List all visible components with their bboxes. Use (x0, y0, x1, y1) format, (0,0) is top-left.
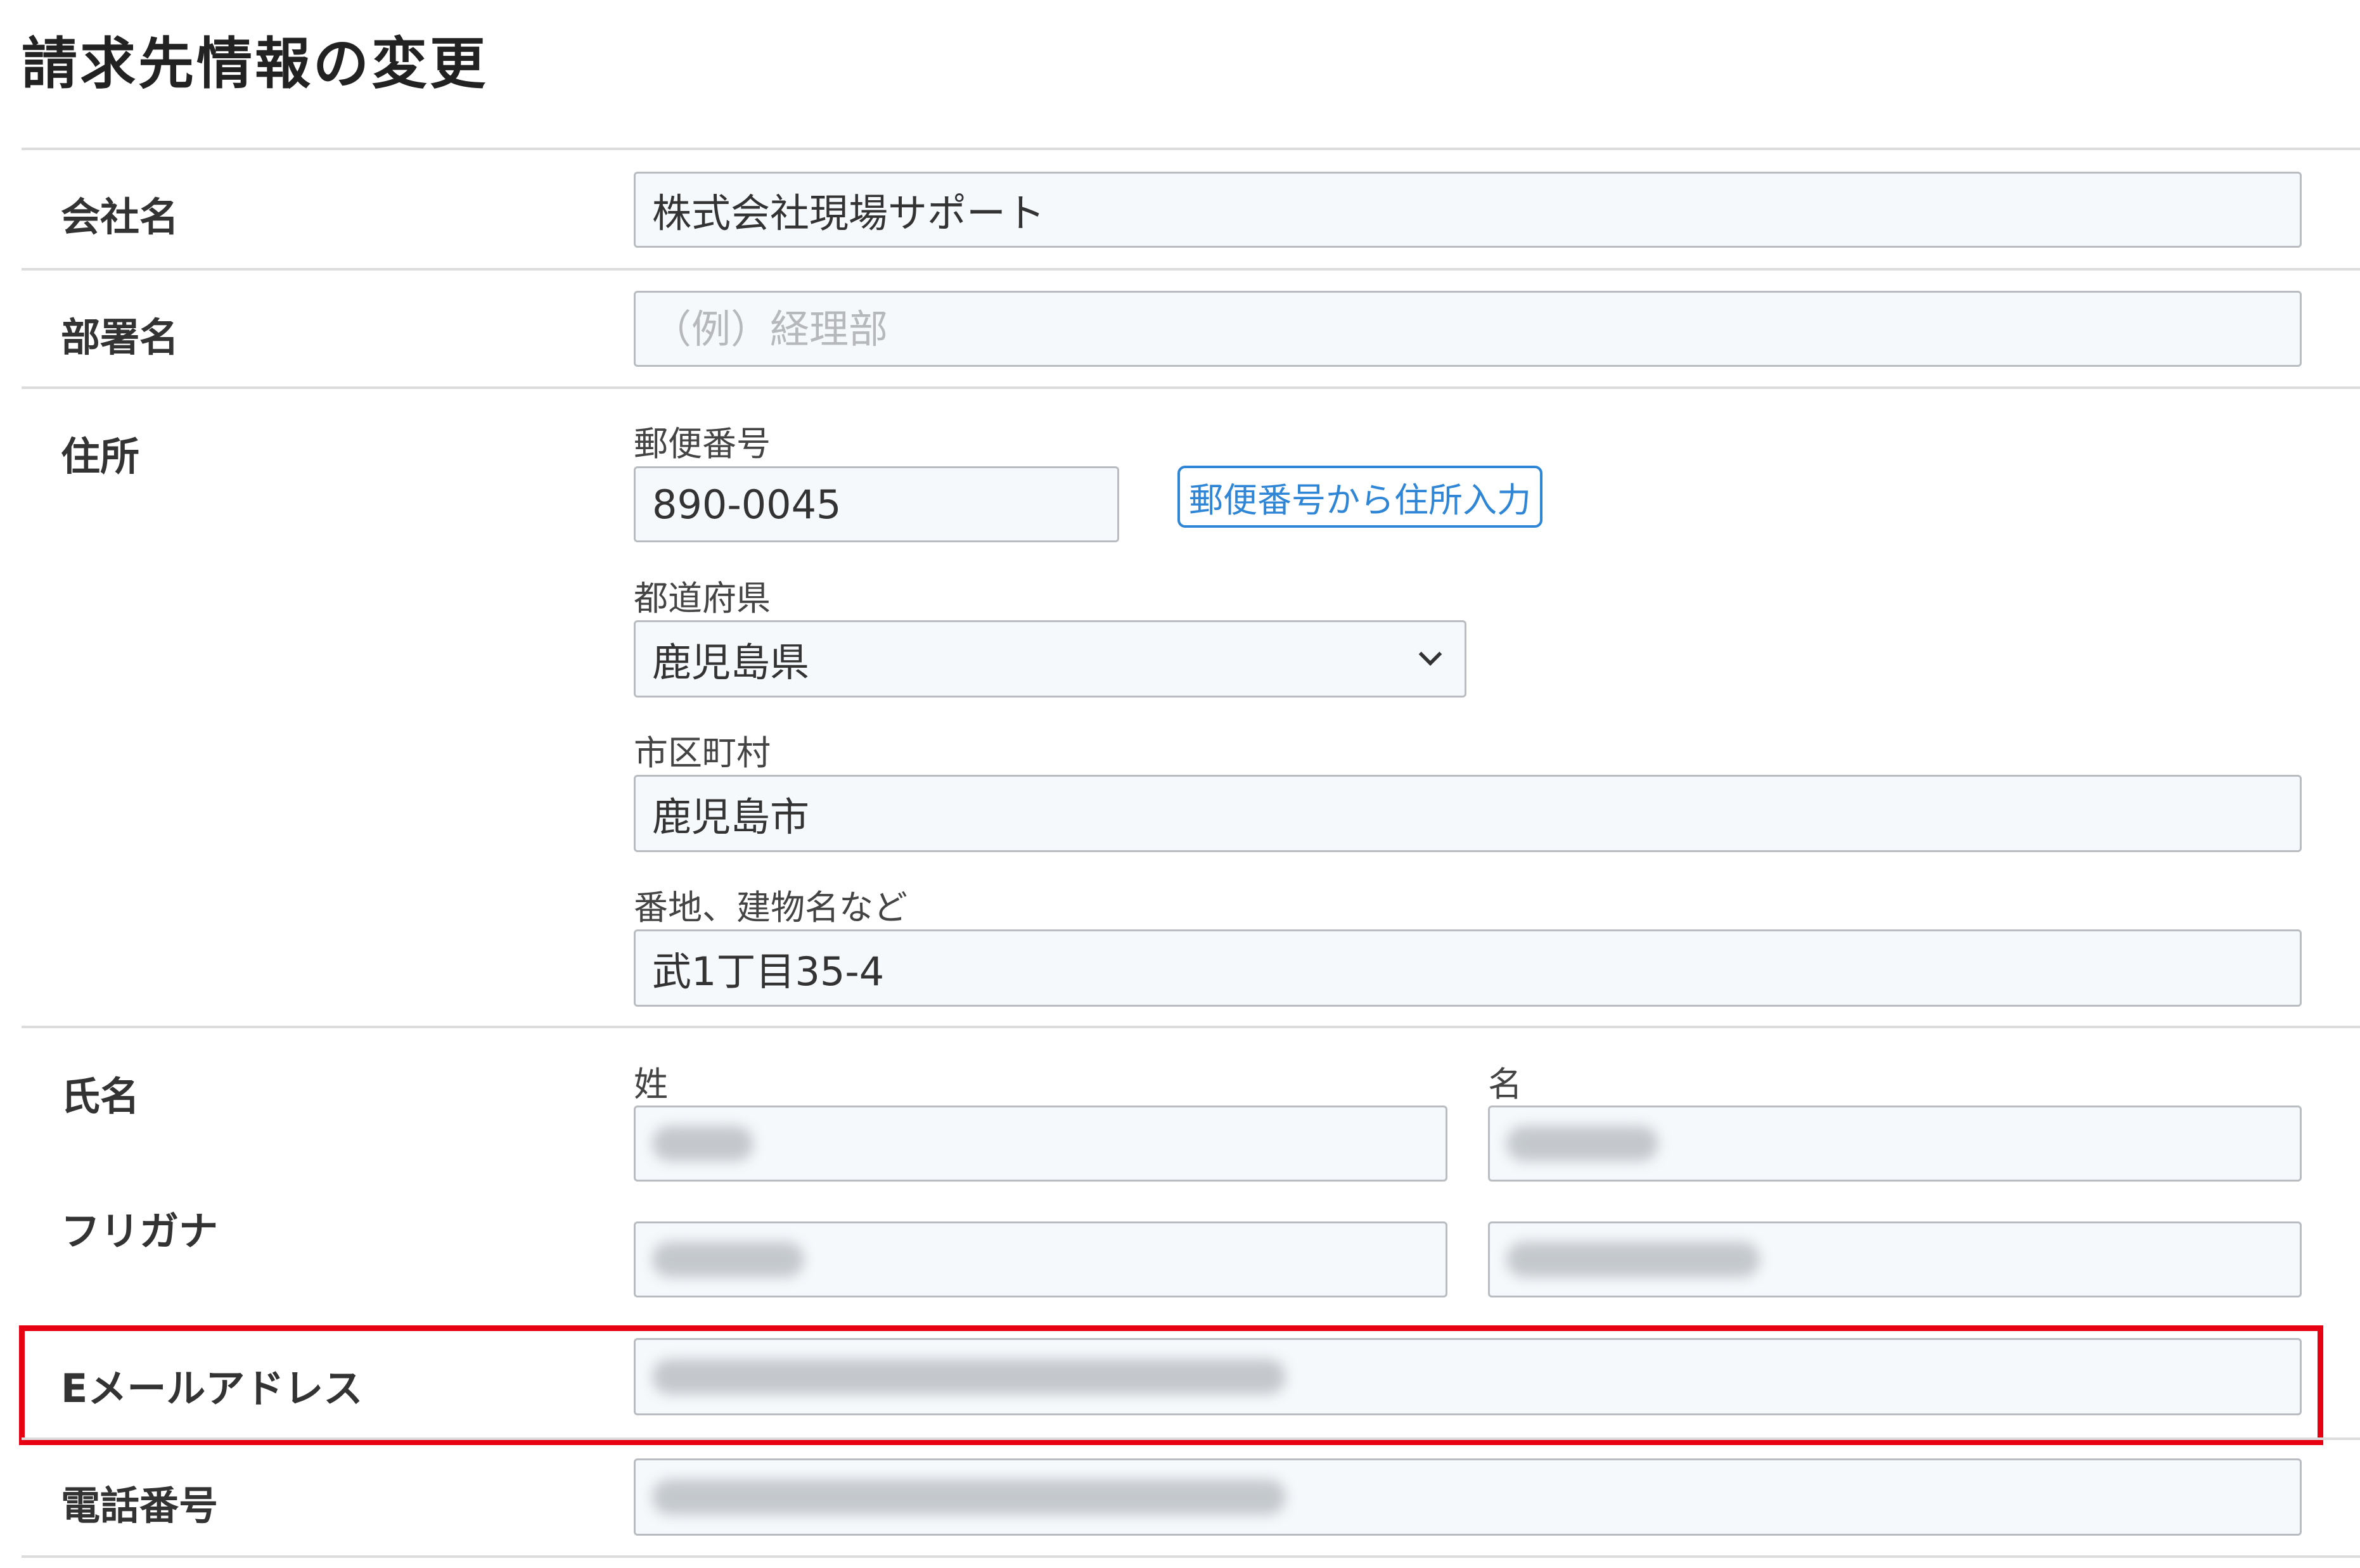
divider (22, 1026, 2360, 1028)
page-title: 請求先情報の変更 (22, 31, 489, 96)
prefecture-select[interactable]: 鹿児島県 (634, 620, 1466, 698)
furigana-label: フリガナ (61, 1208, 219, 1254)
prefecture-select-value: 鹿児島県 (652, 639, 810, 685)
first-name-label: 名 (1488, 1064, 1522, 1104)
redacted-value (652, 1359, 1286, 1394)
email-label: Eメールアドレス (61, 1365, 363, 1412)
city-input-text[interactable] (652, 777, 2283, 850)
name-label: 氏名 (61, 1073, 140, 1119)
street-input[interactable] (634, 929, 2302, 1007)
first-name-input[interactable] (1488, 1106, 2302, 1182)
address-label: 住所 (61, 433, 140, 480)
redacted-value (652, 1126, 754, 1161)
redacted-value (1506, 1242, 1760, 1277)
divider (22, 1555, 2360, 1558)
postal-code-input[interactable] (634, 466, 1119, 542)
phone-label: 電話番号 (61, 1482, 219, 1529)
street-input-text[interactable] (652, 931, 2283, 1005)
company-name-input[interactable] (634, 172, 2302, 248)
phone-input[interactable] (634, 1458, 2302, 1536)
chevron-down-icon (1418, 651, 1442, 666)
postal-code-input-text[interactable] (652, 468, 1101, 540)
street-label: 番地、建物名など (634, 888, 907, 927)
divider (22, 268, 2360, 271)
company-label: 会社名 (61, 194, 179, 240)
first-name-furigana-input[interactable] (1488, 1221, 2302, 1297)
postal-lookup-button[interactable]: 郵便番号から住所入力 (1177, 466, 1542, 528)
divider (22, 386, 2360, 389)
divider (22, 1437, 2360, 1440)
department-input[interactable] (634, 291, 2302, 367)
email-input[interactable] (634, 1338, 2302, 1415)
last-name-label: 姓 (634, 1064, 668, 1104)
last-name-furigana-input[interactable] (634, 1221, 1447, 1297)
postal-code-label: 郵便番号 (634, 424, 771, 464)
department-input-text[interactable] (652, 293, 2283, 365)
divider (22, 148, 2360, 150)
redacted-value (1506, 1126, 1658, 1161)
last-name-input[interactable] (634, 1106, 1447, 1182)
city-label: 市区町村 (634, 733, 771, 773)
prefecture-label: 都道府県 (634, 578, 771, 618)
redacted-value (652, 1479, 1286, 1515)
department-label: 部署名 (61, 314, 179, 360)
city-input[interactable] (634, 775, 2302, 852)
company-name-input-text[interactable] (652, 174, 2283, 246)
redacted-value (652, 1242, 804, 1277)
